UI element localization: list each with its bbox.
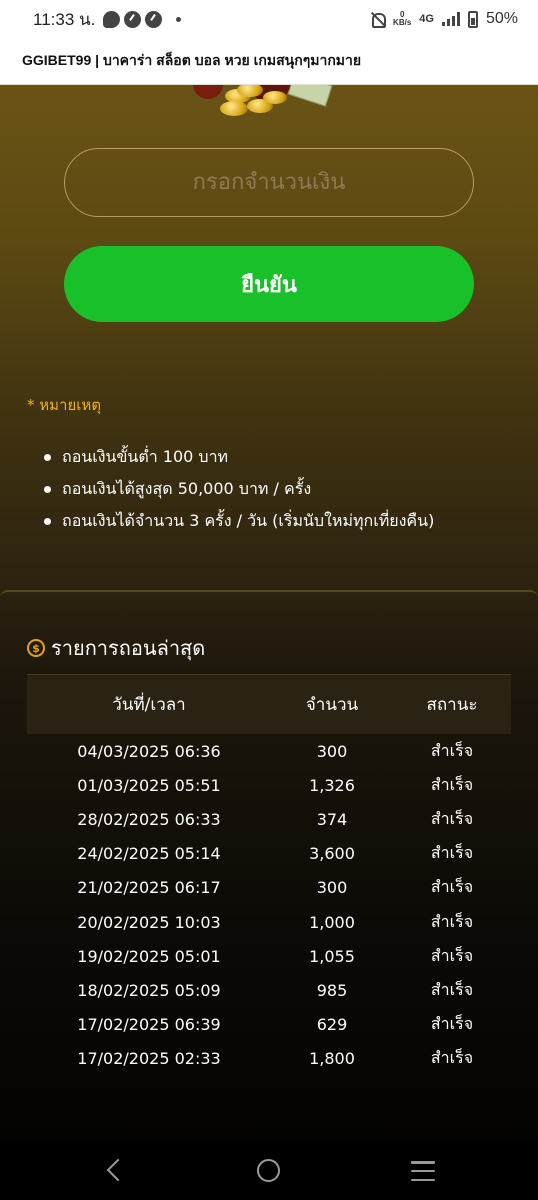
status-time: 11:33 น. xyxy=(33,9,96,29)
row-status: สำเร็จ xyxy=(430,945,474,965)
note-text: ถอนเงินขั้นต่ำ 100 บาท xyxy=(62,446,229,466)
status-bar: 11:33 น. 0 KB/s 4G 50% xyxy=(0,0,538,38)
app-header: GGIBET99 | บาคาร่า สล็อต บอล หวย เกมสนุก… xyxy=(0,38,538,85)
notification-icons xyxy=(103,10,182,28)
column-header-datetime: วันที่/เวลา xyxy=(112,695,186,715)
note-item: ถอนเงินได้จำนวน 3 ครั้ง / วัน (เริ่มนับใ… xyxy=(44,505,434,537)
note-item: ถอนเงินขั้นต่ำ 100 บาท xyxy=(44,441,434,473)
row-amount: 1,800 xyxy=(309,1049,355,1069)
data-rate: 0 KB/s xyxy=(393,11,411,27)
row-datetime: 04/03/2025 06:36 xyxy=(77,741,221,761)
note-text: ถอนเงินได้สูงสุด 50,000 บาท / ครั้ง xyxy=(62,478,312,498)
row-status: สำเร็จ xyxy=(430,774,474,794)
confirm-button[interactable]: ยืนยัน xyxy=(64,246,474,322)
row-amount: 985 xyxy=(316,980,348,1000)
row-status: สำเร็จ xyxy=(430,740,474,760)
back-icon[interactable] xyxy=(104,1158,126,1182)
row-status: สำเร็จ xyxy=(430,1048,474,1068)
row-status: สำเร็จ xyxy=(430,843,474,863)
message-icon xyxy=(103,10,121,28)
status-indicators: 0 KB/s 4G 50% xyxy=(369,10,518,28)
row-datetime: 17/02/2025 06:39 xyxy=(77,1015,221,1035)
row-datetime: 24/02/2025 05:14 xyxy=(77,844,221,864)
row-amount: 629 xyxy=(316,1015,348,1035)
table-row: 20/02/2025 10:03 1,000 สำเร็จ xyxy=(27,905,511,939)
clock-app-icon xyxy=(124,10,142,28)
recents-icon[interactable] xyxy=(411,1161,435,1181)
row-amount: 300 xyxy=(316,741,348,761)
signal-icon xyxy=(441,12,460,26)
row-status: สำเร็จ xyxy=(430,808,474,828)
withdraw-history-panel: $ รายการถอนล่าสุด วันที่/เวลา จำนวน สถาน… xyxy=(0,590,538,1140)
row-status: สำเร็จ xyxy=(430,911,474,931)
row-amount: 1,000 xyxy=(309,912,355,932)
note-title: * หมายเหตุ xyxy=(27,396,102,414)
table-row: 17/02/2025 06:39 629 สำเร็จ xyxy=(27,1008,511,1042)
table-row: 24/02/2025 05:14 3,600 สำเร็จ xyxy=(27,837,511,871)
bullet-icon xyxy=(44,453,51,461)
note-text: ถอนเงินได้จำนวน 3 ครั้ง / วัน (เริ่มนับใ… xyxy=(62,510,435,530)
table-header: วันที่/เวลา จำนวน สถานะ xyxy=(27,674,511,734)
table-row: 19/02/2025 05:01 1,055 สำเร็จ xyxy=(27,939,511,973)
coins-illustration xyxy=(185,85,345,123)
amount-input[interactable] xyxy=(64,148,474,217)
more-notifications-dot-icon xyxy=(176,16,182,22)
row-amount: 1,326 xyxy=(309,775,355,795)
clock-app-icon-2 xyxy=(145,10,163,28)
row-status: สำเร็จ xyxy=(430,979,474,999)
data-rate-unit: KB/s xyxy=(393,18,412,27)
history-table: วันที่/เวลา จำนวน สถานะ 04/03/2025 06:36… xyxy=(27,674,511,1076)
history-title: $ รายการถอนล่าสุด xyxy=(27,632,205,664)
table-row: 01/03/2025 05:51 1,326 สำเร็จ xyxy=(27,768,511,802)
bullet-icon xyxy=(44,485,51,493)
row-status: สำเร็จ xyxy=(430,1014,474,1034)
row-status: สำเร็จ xyxy=(430,877,474,897)
mute-icon xyxy=(369,11,387,28)
battery-icon xyxy=(467,10,478,28)
table-row: 17/02/2025 02:33 1,800 สำเร็จ xyxy=(27,1042,511,1076)
row-datetime: 20/02/2025 10:03 xyxy=(77,912,221,932)
row-datetime: 21/02/2025 06:17 xyxy=(77,878,221,898)
network-type: 4G xyxy=(419,13,434,25)
row-datetime: 01/03/2025 05:51 xyxy=(77,775,221,795)
row-datetime: 17/02/2025 02:33 xyxy=(77,1049,221,1069)
column-header-status: สถานะ xyxy=(426,695,478,715)
note-item: ถอนเงินได้สูงสุด 50,000 บาท / ครั้ง xyxy=(44,473,434,505)
page-title: GGIBET99 | บาคาร่า สล็อต บอล หวย เกมสนุก… xyxy=(22,52,362,68)
table-row: 28/02/2025 06:33 374 สำเร็จ xyxy=(27,802,511,836)
table-row: 18/02/2025 05:09 985 สำเร็จ xyxy=(27,973,511,1007)
row-amount: 300 xyxy=(316,878,348,898)
battery-percent: 50% xyxy=(485,10,518,27)
row-datetime: 28/02/2025 06:33 xyxy=(77,809,221,829)
row-amount: 3,600 xyxy=(309,844,355,864)
dollar-coin-icon: $ xyxy=(27,639,45,657)
home-icon[interactable] xyxy=(257,1159,280,1182)
history-title-text: รายการถอนล่าสุด xyxy=(51,636,206,660)
table-row: 04/03/2025 06:36 300 สำเร็จ xyxy=(27,734,511,768)
system-nav-bar xyxy=(0,1140,538,1200)
bullet-icon xyxy=(44,517,51,525)
row-datetime: 18/02/2025 05:09 xyxy=(77,980,221,1000)
row-amount: 1,055 xyxy=(309,946,355,966)
row-datetime: 19/02/2025 05:01 xyxy=(77,946,221,966)
table-row: 21/02/2025 06:17 300 สำเร็จ xyxy=(27,871,511,905)
note-list: ถอนเงินขั้นต่ำ 100 บาท ถอนเงินได้สูงสุด … xyxy=(44,441,434,537)
table-body: 04/03/2025 06:36 300 สำเร็จ 01/03/2025 0… xyxy=(27,734,511,1076)
row-amount: 374 xyxy=(316,809,348,829)
column-header-amount: จำนวน xyxy=(305,695,359,715)
withdraw-page: ยืนยัน * หมายเหตุ ถอนเงินขั้นต่ำ 100 บาท… xyxy=(0,85,538,1140)
